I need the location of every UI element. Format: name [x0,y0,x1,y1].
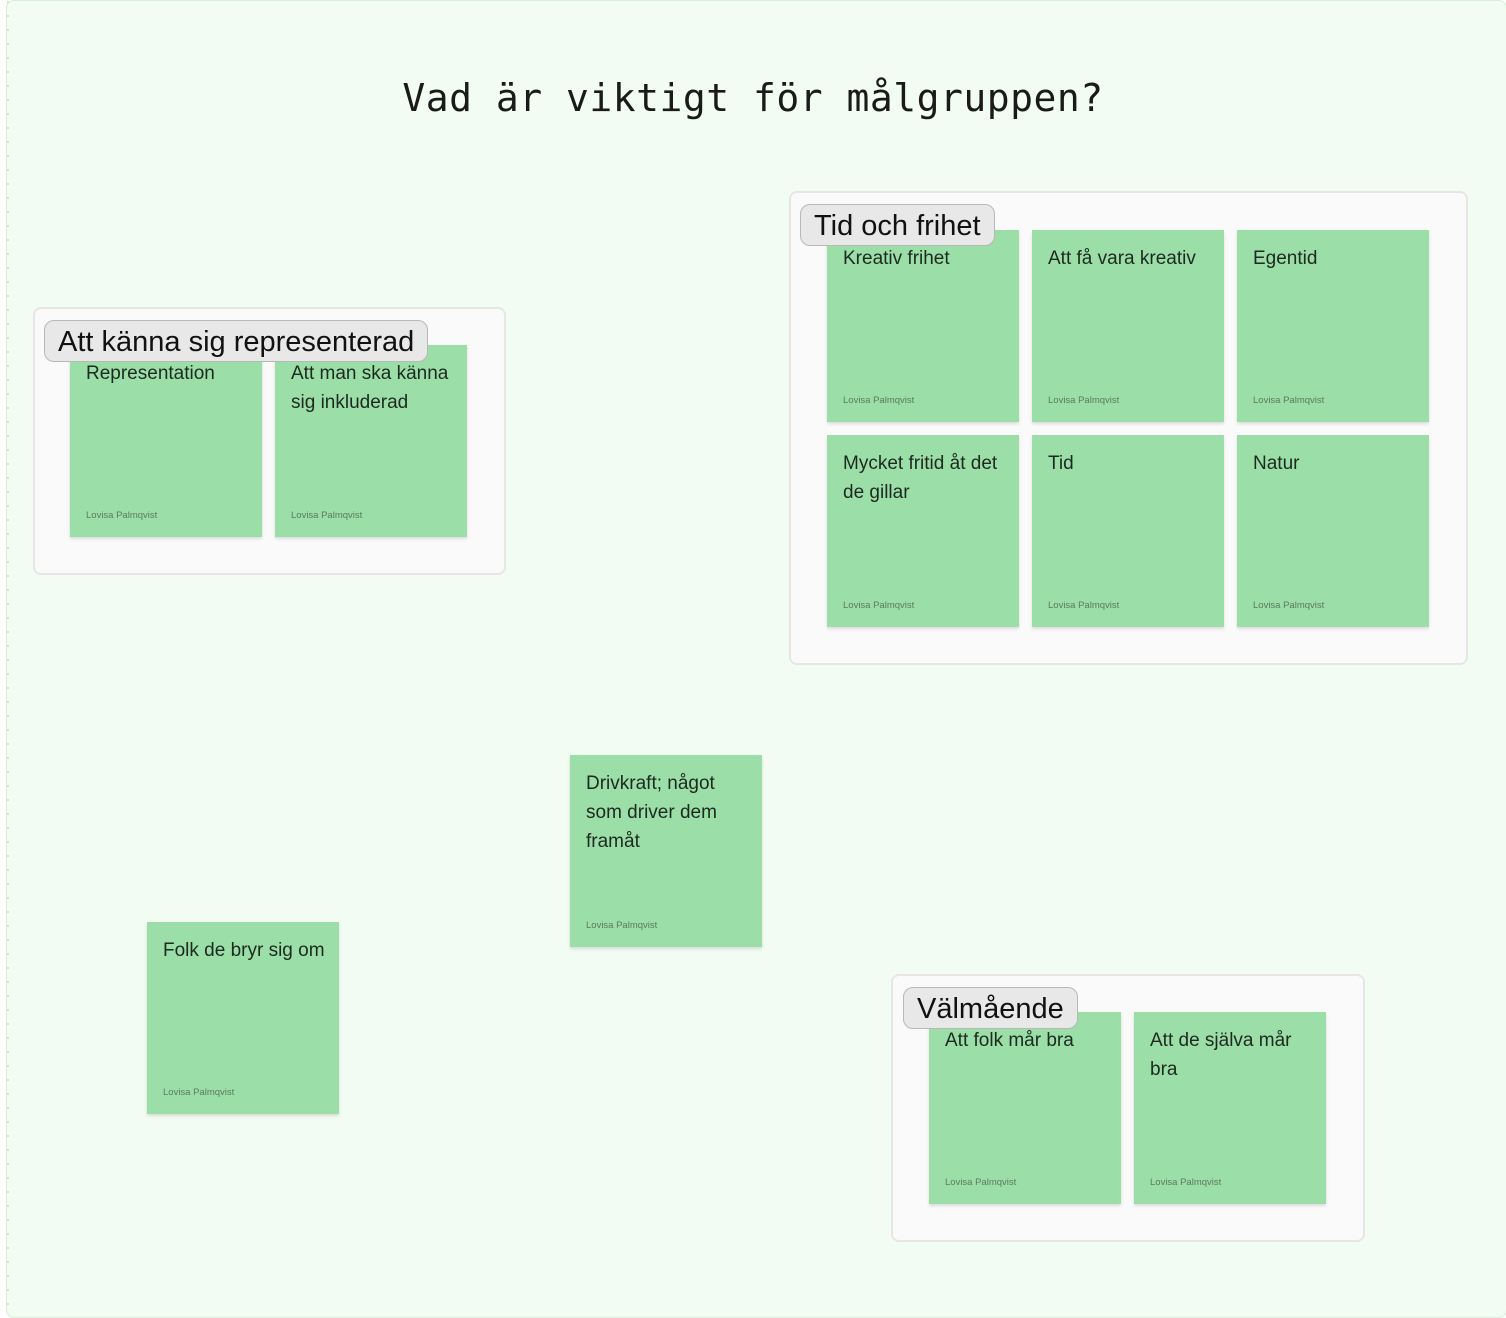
sticky-note-author: Lovisa Palmqvist [1048,395,1120,406]
sticky-note[interactable]: Att få vara kreativ Lovisa Palmqvist [1032,230,1224,422]
sticky-note-text: Mycket fritid åt det de gillar [843,453,998,503]
section-label[interactable]: Tid och frihet [800,204,995,246]
sticky-note[interactable]: Egentid Lovisa Palmqvist [1237,230,1429,422]
sticky-note-text: Att man ska känna sig inkluderad [291,363,449,413]
sticky-note-author: Lovisa Palmqvist [86,510,158,521]
sticky-note[interactable]: Natur Lovisa Palmqvist [1237,435,1429,627]
sticky-note-author: Lovisa Palmqvist [1048,600,1120,611]
sticky-note-author: Lovisa Palmqvist [1253,600,1325,611]
sticky-note-author: Lovisa Palmqvist [1253,395,1325,406]
section-label[interactable]: Välmående [903,987,1078,1029]
sticky-note-text: Att de själva mår bra [1150,1030,1292,1080]
sticky-note-author: Lovisa Palmqvist [1150,1177,1222,1188]
sticky-note[interactable]: Att man ska känna sig inkluderad Lovisa … [275,345,467,537]
sticky-note-text: Natur [1253,453,1300,474]
sticky-note-text: Folk de bryr sig om [163,940,325,961]
sticky-note[interactable]: Representation Lovisa Palmqvist [70,345,262,537]
sticky-note-text: Representation [86,363,215,384]
sticky-note-author: Lovisa Palmqvist [843,395,915,406]
sticky-note[interactable]: Folk de bryr sig om Lovisa Palmqvist [147,922,339,1114]
sticky-note-author: Lovisa Palmqvist [843,600,915,611]
sticky-note[interactable]: Att folk mår bra Lovisa Palmqvist [929,1012,1121,1204]
board-title[interactable]: Vad är viktigt för målgruppen? [0,76,1506,120]
sticky-note-text: Att folk mår bra [945,1030,1074,1051]
sticky-note-text: Tid [1048,453,1074,474]
section-label[interactable]: Att känna sig representerad [44,320,429,362]
sticky-note-text: Drivkraft; något som driver dem framåt [586,773,717,852]
sticky-note-author: Lovisa Palmqvist [945,1177,1017,1188]
sticky-note-author: Lovisa Palmqvist [291,510,363,521]
sticky-note-author: Lovisa Palmqvist [586,920,658,931]
sticky-note-text: Kreativ frihet [843,248,950,269]
sticky-note-author: Lovisa Palmqvist [163,1087,235,1098]
sticky-note-text: Att få vara kreativ [1048,248,1196,269]
sticky-note-text: Egentid [1253,248,1318,269]
sticky-note[interactable]: Drivkraft; något som driver dem framåt L… [570,755,762,947]
sticky-note[interactable]: Kreativ frihet Lovisa Palmqvist [827,230,1019,422]
sticky-note[interactable]: Mycket fritid åt det de gillar Lovisa Pa… [827,435,1019,627]
sticky-note[interactable]: Att de själva mår bra Lovisa Palmqvist [1134,1012,1326,1204]
sticky-note[interactable]: Tid Lovisa Palmqvist [1032,435,1224,627]
